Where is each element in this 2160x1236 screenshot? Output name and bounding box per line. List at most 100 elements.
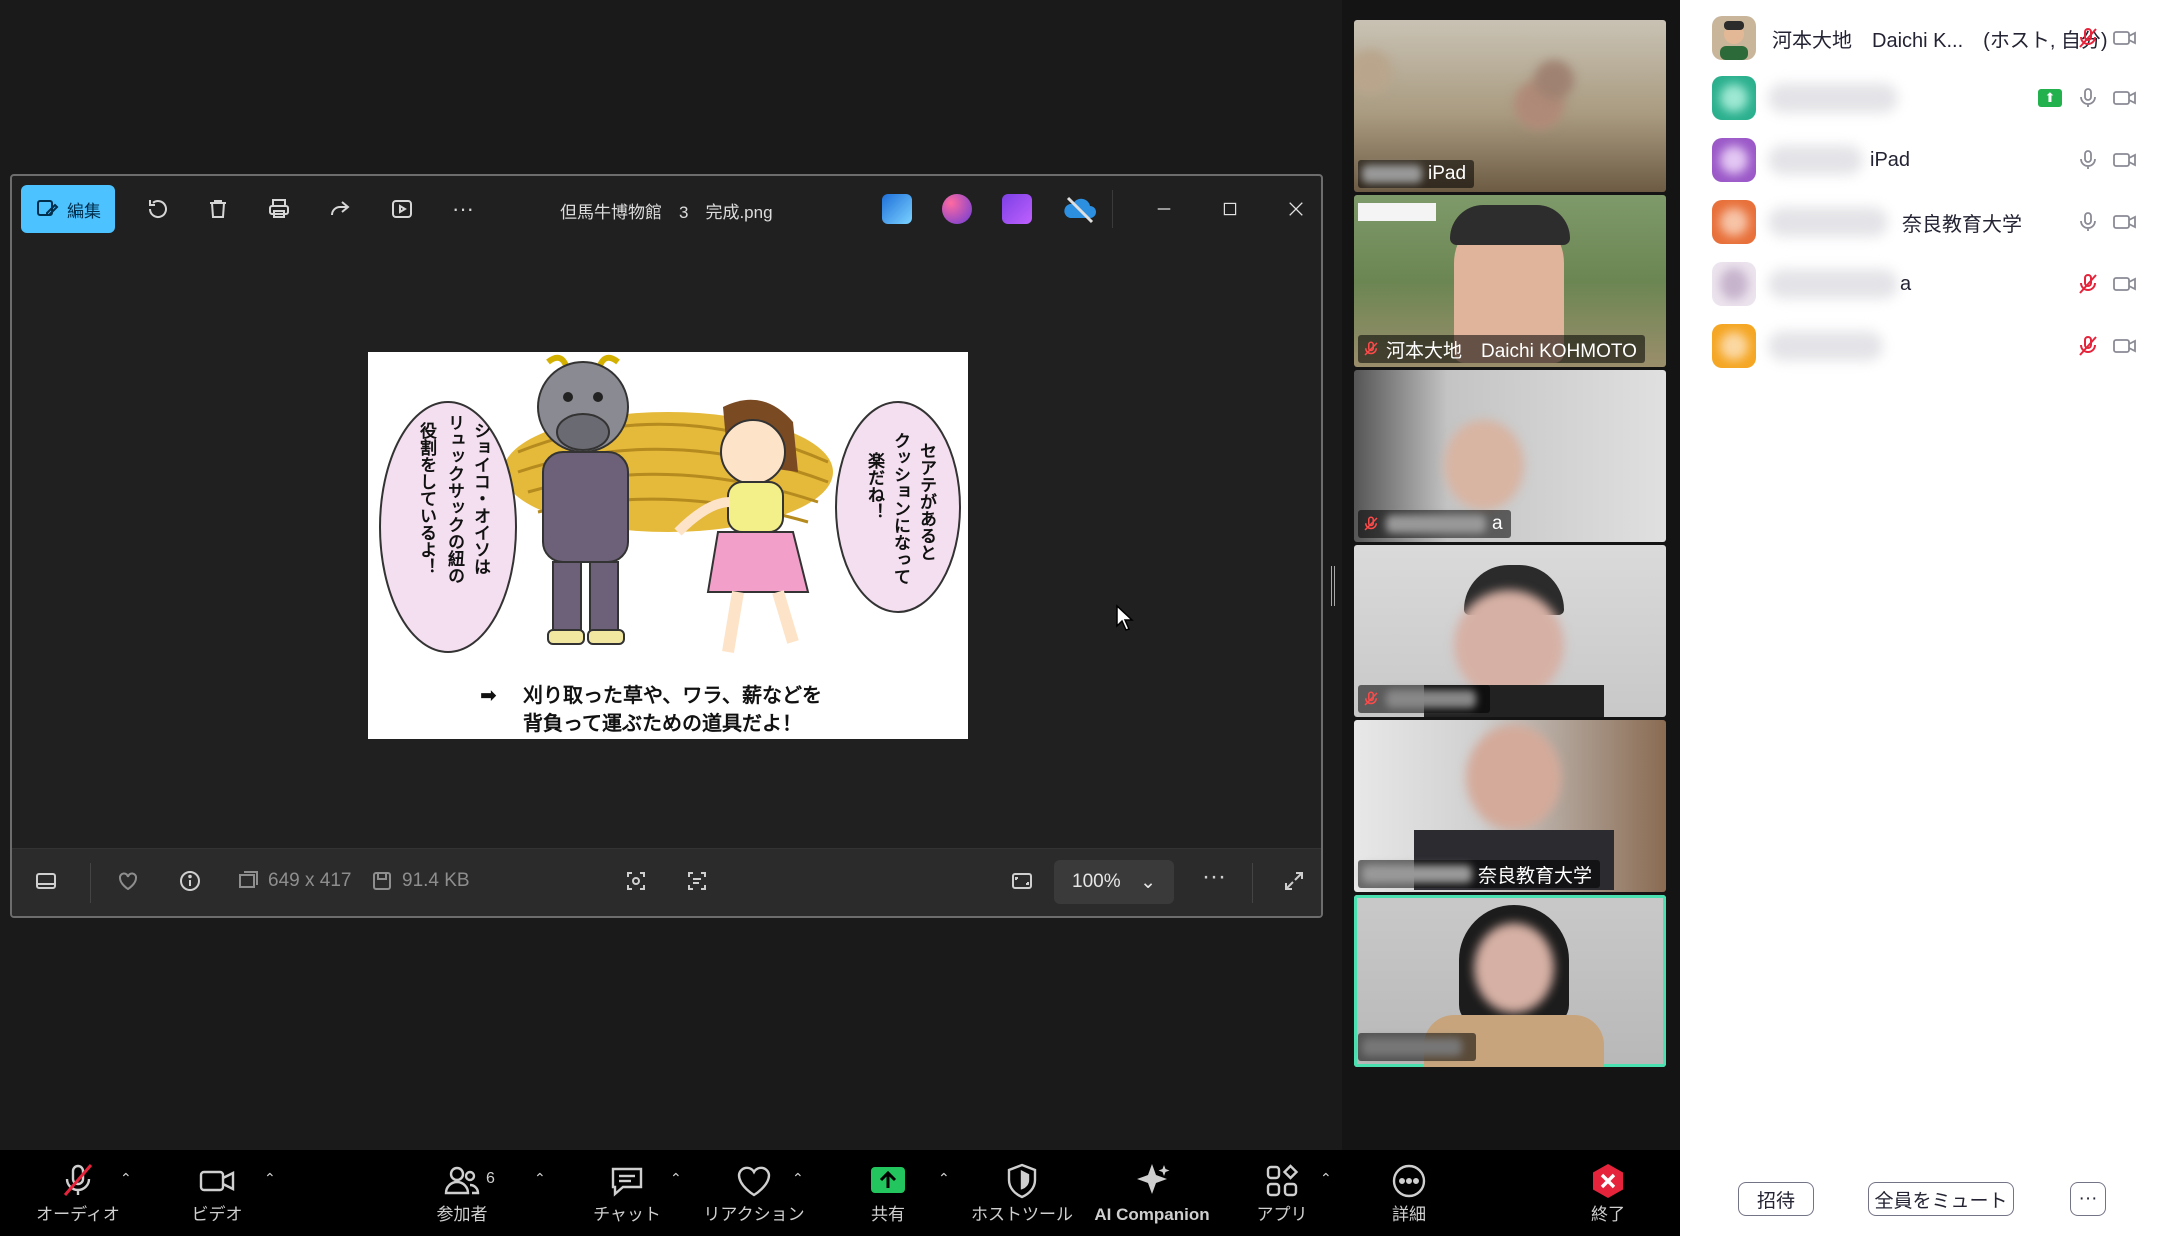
participant-row[interactable] [1680,316,2160,376]
visual-search-icon[interactable] [624,869,648,893]
chat-button[interactable]: チャット [588,1150,666,1236]
video-tile[interactable]: 河本大地 Daichi KOHMOTO [1354,195,1666,367]
muted-mic-icon[interactable] [2076,272,2100,296]
mic-icon[interactable] [2076,210,2100,234]
titlebar-separator [1112,190,1113,228]
video-tile-active-speaker[interactable] [1354,895,1666,1067]
illustration: ショイコ・オイソは リュックサックの紐の 役割をしているよ！ セアテがあると ク… [379,354,961,735]
panel-resize-handle[interactable] [1331,566,1335,606]
share-button[interactable]: 共有 [858,1150,918,1236]
camera-off-icon[interactable] [2112,272,2138,296]
photo-editor-app-icon[interactable] [882,194,912,224]
video-tile[interactable]: a [1354,370,1666,542]
statusbar-separator [1252,863,1253,903]
camera-off-icon[interactable] [2112,334,2138,358]
muted-mic-icon[interactable] [2076,26,2100,50]
apps-button[interactable]: アプリ [1252,1150,1312,1236]
cow-character [537,354,629,645]
right-bubble-text-2: クッションになって [890,432,910,585]
edit-label: 編集 [67,201,101,221]
rotate-icon[interactable] [142,193,174,225]
participants-options-caret[interactable]: ⌃ [534,1170,546,1187]
reactions-button[interactable]: リアクション [703,1150,805,1236]
mic-icon[interactable] [2076,86,2100,110]
host-tools-button[interactable]: ホストツール [971,1150,1073,1236]
mic-icon[interactable] [2076,148,2100,172]
edit-button[interactable]: 編集 [21,185,115,233]
slideshow-icon[interactable] [386,193,418,225]
meeting-toolbar: オーディオ ⌃ ビデオ ⌃ 参加者 6 ⌃ チャット ⌃ リアクション ⌃ 共有… [0,1150,1680,1236]
camera-off-icon[interactable] [2112,86,2138,110]
audio-options-caret[interactable]: ⌃ [120,1170,132,1187]
participant-name-label: a [1358,510,1511,538]
more-options-icon[interactable]: ··· [447,193,479,225]
participants-panel: 河本大地 Daichi K... (ホスト, 自分) ⬆ iPad 奈良教育大学 [1680,0,2160,1236]
video-tile[interactable] [1354,545,1666,717]
participant-row[interactable]: a [1680,254,2160,314]
sparkle-icon [1137,1164,1170,1194]
reactions-options-caret[interactable]: ⌃ [792,1170,804,1187]
avatar [1712,324,1756,368]
maximize-icon[interactable] [1214,193,1246,225]
participant-name: 奈良教育大学 [1902,213,2022,236]
camera-off-icon[interactable] [2112,26,2138,50]
share-icon[interactable] [324,193,356,225]
more-button[interactable]: 詳細 [1378,1150,1440,1236]
muted-mic-icon [1364,691,1378,706]
blurred-participant-name [1768,83,1898,113]
close-icon[interactable] [1280,193,1312,225]
avatar [1712,138,1756,182]
clipchamp-app-icon[interactable] [1002,194,1032,224]
photos-titlebar: 編集 ··· 但馬牛博物館 3 完成.png [12,176,1321,242]
panel-more-button[interactable]: ··· [2070,1182,2106,1216]
muted-mic-icon[interactable] [2076,334,2100,358]
favorite-heart-icon[interactable] [116,869,140,893]
onedrive-error-icon[interactable] [1062,194,1096,224]
mute-all-button[interactable]: 全員をミュート [1868,1182,2014,1216]
info-icon[interactable] [178,869,202,893]
fit-to-window-icon[interactable] [1010,869,1034,893]
participant-row[interactable]: 奈良教育大学 [1680,192,2160,252]
delete-icon[interactable] [202,193,234,225]
end-meeting-button[interactable]: 終了 [1580,1150,1636,1236]
video-button[interactable]: ビデオ [180,1150,254,1236]
left-bubble-text-2: リュックサックの紐の [444,414,465,584]
dimensions-icon [239,871,258,888]
share-options-caret[interactable]: ⌃ [938,1170,950,1187]
save-disk-icon [373,872,391,890]
heart-icon [737,1166,771,1197]
fullscreen-icon[interactable] [1282,869,1306,893]
participant-name-label: 河本大地 Daichi KOHMOTO [1358,335,1645,363]
print-icon[interactable] [263,193,295,225]
muted-mic-icon [63,1164,93,1196]
zoom-level-dropdown[interactable]: 100% ⌄ [1054,860,1174,904]
filmstrip-icon[interactable] [34,869,58,893]
participant-name: a [1900,272,1912,295]
participant-row[interactable]: ⬆ [1680,68,2160,128]
audio-button[interactable]: オーディオ [36,1150,120,1236]
video-tile[interactable]: 奈良教育大学 [1354,720,1666,892]
participants-button[interactable]: 参加者 [420,1150,504,1236]
invite-button[interactable]: 招待 [1738,1182,1814,1216]
caption-arrow: ➡ [480,683,497,707]
participant-name-label: 奈良教育大学 [1358,860,1601,888]
camera-off-icon[interactable] [2112,210,2138,234]
speaker-hair [1450,205,1570,245]
participant-row[interactable]: iPad [1680,130,2160,190]
video-tile[interactable]: iPad [1354,20,1666,192]
avatar [1712,262,1756,306]
ai-companion-button[interactable]: AI Companion [1090,1150,1214,1236]
statusbar-more-icon[interactable]: ··· [1202,863,1226,891]
window-title: 但馬牛博物館 3 完成.png [560,203,773,222]
designer-app-icon[interactable] [942,194,972,224]
minimize-icon[interactable] [1148,193,1180,225]
video-options-caret[interactable]: ⌃ [264,1170,276,1187]
blurred-face [1466,725,1561,830]
participant-row[interactable]: 河本大地 Daichi K... (ホスト, 自分) [1680,8,2160,68]
participants-icon [444,1166,480,1195]
camera-off-icon[interactable] [2112,148,2138,172]
text-recognition-icon[interactable] [685,869,709,893]
chat-options-caret[interactable]: ⌃ [670,1170,682,1187]
apps-options-caret[interactable]: ⌃ [1320,1170,1332,1187]
displayed-image: ショイコ・オイソは リュックサックの紐の 役割をしているよ！ セアテがあると ク… [368,352,968,739]
